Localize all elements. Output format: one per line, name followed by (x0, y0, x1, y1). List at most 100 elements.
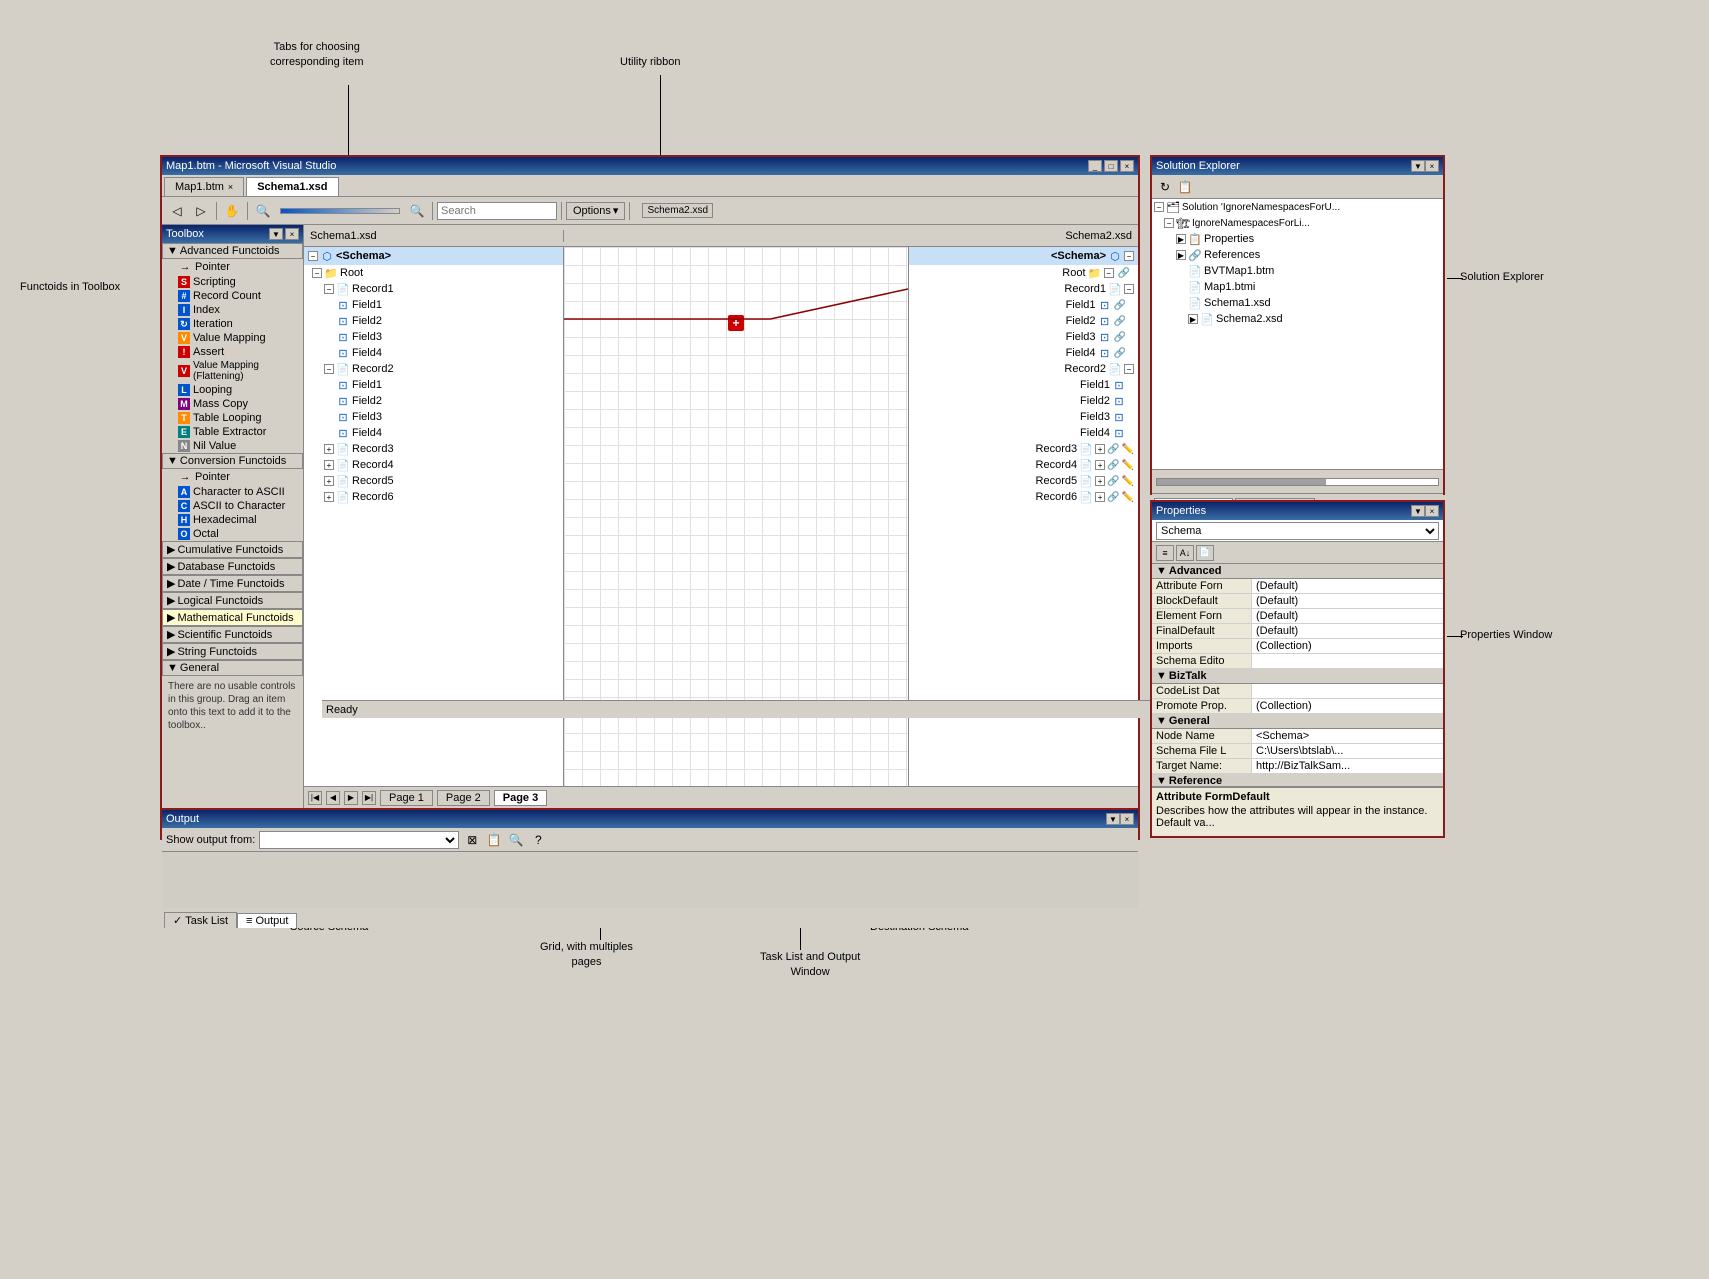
props-section-reference[interactable]: ▼ Reference (1152, 774, 1443, 786)
source-r2-f4[interactable]: ⊡ Field4 (304, 425, 563, 441)
props-section-general[interactable]: ▼ General (1152, 714, 1443, 729)
dest-r5-exp[interactable]: + (1095, 476, 1105, 486)
source-r6-exp[interactable]: + (324, 492, 334, 502)
toolbox-item-ascii-to-char[interactable]: C ASCII to Character (162, 499, 303, 513)
solution-exp[interactable]: − (1154, 202, 1164, 212)
se-schema2-exp[interactable]: ▶ (1188, 314, 1198, 324)
dest-root-expander[interactable]: − (1124, 251, 1134, 261)
dest-r1-f3[interactable]: Field3 ⊡ 🔗 (909, 329, 1138, 345)
output-source-select[interactable] (259, 831, 459, 849)
toolbox-section-logical[interactable]: ▶ Logical Functoids (162, 592, 303, 609)
toolbox-item-pointer2[interactable]: → Pointer (162, 469, 303, 485)
source-r1-f3[interactable]: ⊡ Field3 (304, 329, 563, 345)
props-sort-alpha-btn[interactable]: A↓ (1176, 545, 1194, 561)
restore-button[interactable]: □ (1104, 160, 1118, 172)
output-find-btn[interactable]: 🔍 (507, 831, 525, 849)
source-r5-exp[interactable]: + (324, 476, 334, 486)
toolbox-section-database[interactable]: ▶ Database Functoids (162, 558, 303, 575)
zoom-slider[interactable] (280, 208, 400, 214)
dest-r6-exp[interactable]: + (1095, 492, 1105, 502)
toolbox-section-general[interactable]: ▼ General (162, 660, 303, 676)
toolbox-item-assert[interactable]: ! Assert (162, 345, 303, 359)
dest-record4[interactable]: Record4 📄 + 🔗 ✏️ (909, 457, 1138, 473)
toolbox-x-btn[interactable]: × (285, 228, 299, 240)
dest-record5[interactable]: Record5 📄 + 🔗 ✏️ (909, 473, 1138, 489)
se-references-node[interactable]: ▶ 🔗 References (1152, 247, 1443, 263)
project-exp[interactable]: − (1164, 218, 1174, 228)
se-map1btmi-node[interactable]: 📄 Map1.btmi (1152, 279, 1443, 295)
page-next-btn[interactable]: ▶ (344, 791, 358, 805)
dest-r1-f4[interactable]: Field4 ⊡ 🔗 (909, 345, 1138, 361)
toolbox-item-char-to-ascii[interactable]: A Character to ASCII (162, 485, 303, 499)
dest-r3-exp[interactable]: + (1095, 444, 1105, 454)
dest-record1[interactable]: Record1 📄 − (909, 281, 1138, 297)
dest-r2-exp[interactable]: − (1124, 364, 1134, 374)
se-properties-btn[interactable]: 📋 (1176, 178, 1194, 196)
props-section-advanced[interactable]: ▼ Advanced (1152, 564, 1443, 579)
toolbox-item-hexadecimal[interactable]: H Hexadecimal (162, 513, 303, 527)
dest-r2-f2[interactable]: Field2 ⊡ (909, 393, 1138, 409)
solution-node[interactable]: − 🗂 Solution 'IgnoreNamespacesForU... (1152, 199, 1443, 215)
output-help-btn[interactable]: ? (529, 831, 547, 849)
se-schema1-node[interactable]: 📄 Schema1.xsd (1152, 295, 1443, 311)
se-refresh-btn[interactable]: ↻ (1156, 178, 1174, 196)
dest-root-exp[interactable]: − (1104, 268, 1114, 278)
source-r1-f4[interactable]: ⊡ Field4 (304, 345, 563, 361)
se-schema2-node[interactable]: ▶ 📄 Schema2.xsd (1152, 311, 1443, 327)
dest-r4-exp[interactable]: + (1095, 460, 1105, 470)
toolbar-forward-btn[interactable]: ▷ (190, 200, 212, 222)
source-r2-f2[interactable]: ⊡ Field2 (304, 393, 563, 409)
source-root-exp[interactable]: − (312, 268, 322, 278)
page-tab-3[interactable]: Page 3 (494, 790, 547, 806)
se-properties-node[interactable]: ▶ 📋 Properties (1152, 231, 1443, 247)
props-section-biztalk[interactable]: ▼ BizTalk (1152, 669, 1443, 684)
toolbox-section-scientific[interactable]: ▶ Scientific Functoids (162, 626, 303, 643)
project-node[interactable]: − 🏗 IgnoreNamespacesForLi... (1152, 215, 1443, 231)
toolbar-zoom-in-btn[interactable]: 🔍 (406, 200, 428, 222)
toolbox-section-conversion[interactable]: ▼ Conversion Functoids (162, 453, 303, 469)
toolbox-item-index[interactable]: I Index (162, 303, 303, 317)
tab-close-icon[interactable]: × (228, 182, 233, 192)
source-r1-f2[interactable]: ⊡ Field2 (304, 313, 563, 329)
minimize-button[interactable]: _ (1088, 160, 1102, 172)
toolbox-section-cumulative[interactable]: ▶ Cumulative Functoids (162, 541, 303, 558)
source-r1-exp[interactable]: − (324, 284, 334, 294)
tab-map1btm[interactable]: Map1.btm × (164, 177, 244, 196)
output-copy-btn[interactable]: 📋 (485, 831, 503, 849)
source-r1-f1[interactable]: ⊡ Field1 (304, 297, 563, 313)
source-record4[interactable]: + 📄 Record4 (304, 457, 563, 473)
toolbox-section-advanced[interactable]: ▼ Advanced Functoids (162, 243, 303, 259)
output-clear-btn[interactable]: ⊠ (463, 831, 481, 849)
dest-record2[interactable]: Record2 📄 − (909, 361, 1138, 377)
se-refs-exp[interactable]: ▶ (1176, 250, 1186, 260)
dest-r2-f4[interactable]: Field4 ⊡ (909, 425, 1138, 441)
dest-r1-f1[interactable]: Field1 ⊡ 🔗 (909, 297, 1138, 313)
page-last-btn[interactable]: ▶| (362, 791, 376, 805)
tab-schema1xsd[interactable]: Schema1.xsd (246, 177, 338, 196)
dest-schema-root[interactable]: <Schema> ⬡ − (909, 247, 1138, 265)
toolbox-section-string[interactable]: ▶ String Functoids (162, 643, 303, 660)
toolbox-item-looping[interactable]: L Looping (162, 383, 303, 397)
toolbox-item-nil-value[interactable]: N Nil Value (162, 439, 303, 453)
toolbox-section-mathematical[interactable]: ▶ Mathematical Functoids (162, 609, 303, 626)
se-bvtmap1-node[interactable]: 📄 BVTMap1.btm (1152, 263, 1443, 279)
toolbox-item-scripting[interactable]: S Scripting (162, 275, 303, 289)
toolbar-zoom-out-btn[interactable]: 🔍 (252, 200, 274, 222)
properties-object-select[interactable]: Schema (1156, 522, 1439, 540)
connector-plus[interactable]: + (728, 315, 744, 331)
output-tab-output[interactable]: ≡ Output (237, 913, 297, 928)
toolbox-item-octal[interactable]: O Octal (162, 527, 303, 541)
toolbox-item-table-extractor[interactable]: E Table Extractor (162, 425, 303, 439)
source-r4-exp[interactable]: + (324, 460, 334, 470)
output-x-btn[interactable]: × (1120, 813, 1134, 825)
props-pin-btn[interactable]: ▼ (1411, 505, 1425, 517)
toolbox-item-pointer[interactable]: → Pointer (162, 259, 303, 275)
toolbar-hand-btn[interactable]: ✋ (221, 200, 243, 222)
source-record6[interactable]: + 📄 Record6 (304, 489, 563, 505)
dest-root-node[interactable]: Root 📁 − 🔗 (909, 265, 1138, 281)
toolbox-item-mass-copy[interactable]: M Mass Copy (162, 397, 303, 411)
toolbox-item-value-mapping-flat[interactable]: V Value Mapping (Flattening) (162, 359, 303, 383)
page-prev-btn[interactable]: ◀ (326, 791, 340, 805)
source-schema-root[interactable]: − ⬡ <Schema> (304, 247, 563, 265)
dest-r2-f1[interactable]: Field1 ⊡ (909, 377, 1138, 393)
